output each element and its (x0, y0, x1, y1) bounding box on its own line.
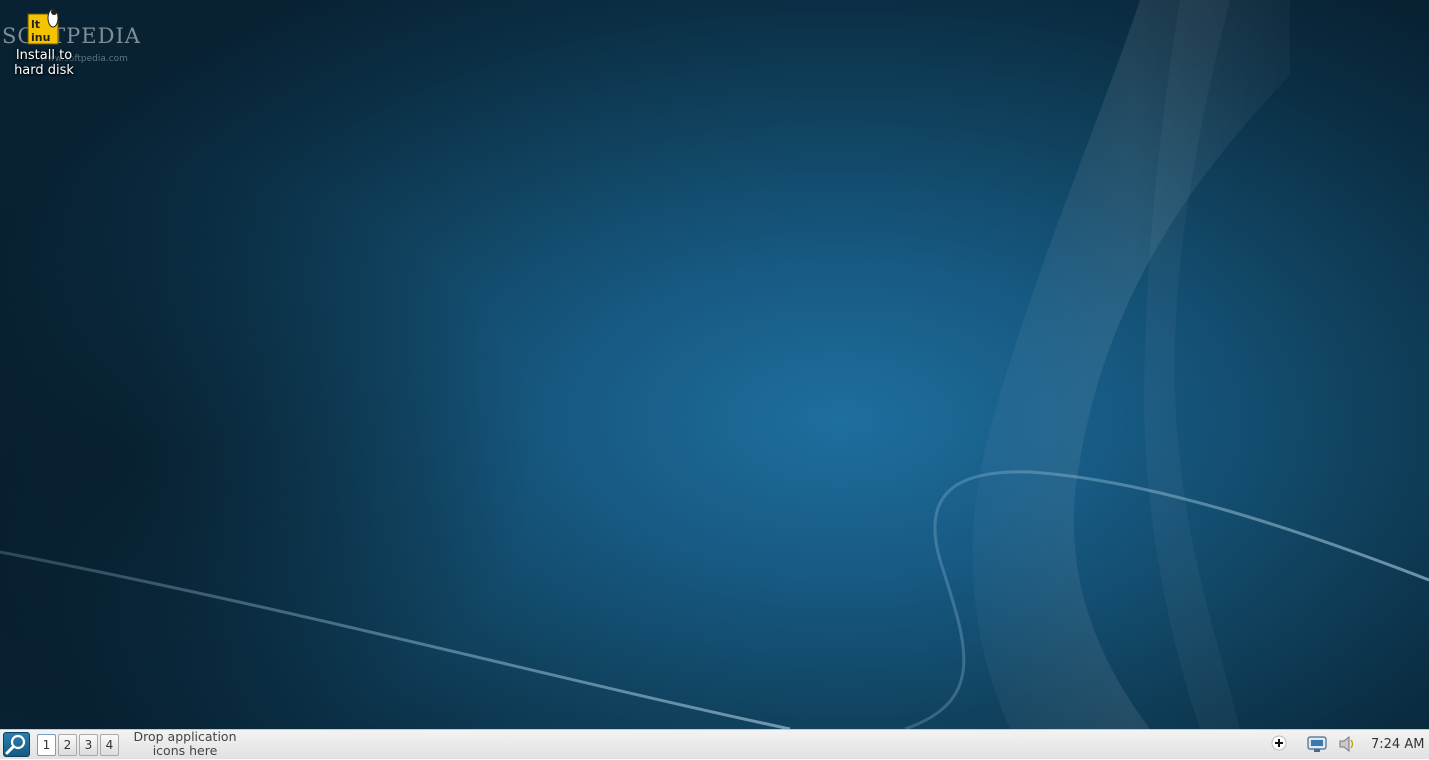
add-icon[interactable] (1271, 735, 1287, 755)
pager-desktop-2[interactable]: 2 (58, 734, 77, 756)
launcher-drop-area[interactable]: Drop application icons here (132, 730, 238, 758)
desktop-icon-install[interactable]: lt inu Install to hard disk (0, 4, 88, 78)
pager-desktop-1[interactable]: 1 (37, 734, 56, 756)
svg-text:lt: lt (31, 18, 40, 31)
network-icon[interactable] (1307, 735, 1327, 757)
pager-desktop-4[interactable]: 4 (100, 734, 119, 756)
taskbar: 1 2 3 4 Drop application icons here 7:24… (0, 729, 1429, 759)
pager-desktop-3[interactable]: 3 (79, 734, 98, 756)
application-menu-button[interactable] (3, 732, 30, 757)
desktop-background: SOFTPEDIA www.softpedia.com lt inu Insta… (0, 0, 1429, 729)
install-linux-icon: lt inu (26, 4, 62, 46)
svg-text:inu: inu (31, 31, 50, 44)
search-icon (5, 734, 26, 755)
wallpaper-art (0, 0, 1429, 729)
volume-icon[interactable] (1338, 735, 1358, 757)
desktop-icon-label: Install to hard disk (14, 48, 74, 78)
desktop-pager: 1 2 3 4 (37, 734, 119, 756)
clock[interactable]: 7:24 AM (1371, 737, 1424, 752)
